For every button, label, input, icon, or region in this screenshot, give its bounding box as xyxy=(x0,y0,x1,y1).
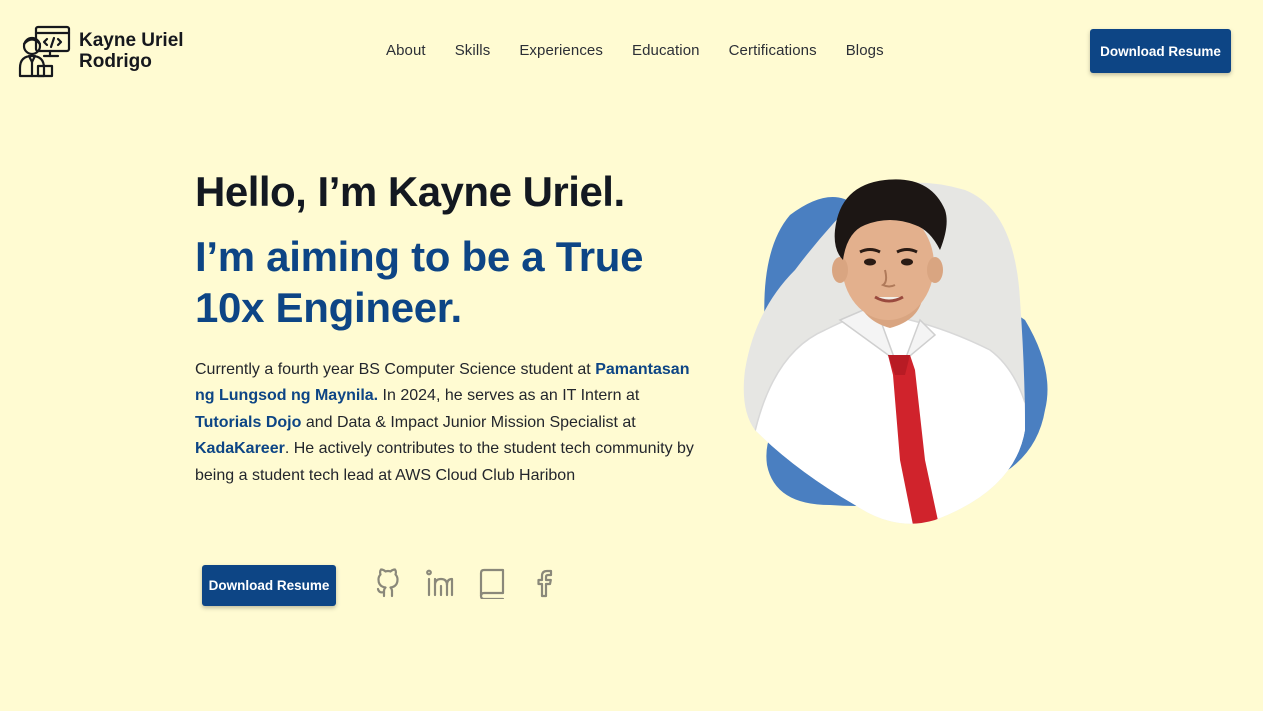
desc-text-2: In 2024, he serves as an IT Intern at xyxy=(378,387,640,405)
desc-text-3: and Data & Impact Junior Mission Special… xyxy=(301,413,636,431)
site-header: Kayne Uriel Rodrigo About Skills Experie… xyxy=(0,0,1263,100)
brand-name: Kayne Uriel Rodrigo xyxy=(79,30,184,72)
kadakareer-link[interactable]: KadaKareer xyxy=(195,440,285,457)
nav-experiences[interactable]: Experiences xyxy=(519,42,603,59)
download-resume-hero-button[interactable]: Download Resume xyxy=(202,565,336,606)
tutorials-dojo-link[interactable]: Tutorials Dojo xyxy=(195,414,301,431)
github-icon xyxy=(376,568,399,598)
nav-about[interactable]: About xyxy=(386,42,426,59)
profile-portrait xyxy=(743,179,1048,524)
social-links xyxy=(372,566,560,600)
linkedin-icon xyxy=(426,569,454,597)
nav-blogs[interactable]: Blogs xyxy=(846,42,884,59)
facebook-link[interactable] xyxy=(528,566,560,600)
nav-education[interactable]: Education xyxy=(632,42,700,59)
nav-certifications[interactable]: Certifications xyxy=(729,42,817,59)
developer-avatar-icon xyxy=(18,25,71,78)
github-link[interactable] xyxy=(372,566,404,600)
download-resume-header-button[interactable]: Download Resume xyxy=(1090,29,1231,73)
linkedin-link[interactable] xyxy=(424,566,456,600)
blog-link[interactable] xyxy=(476,566,508,600)
hero-aim: I’m aiming to be a True 10x Engineer. xyxy=(195,233,644,331)
hero-description: Currently a fourth year BS Computer Scie… xyxy=(195,357,695,489)
desc-text-1: Currently a fourth year BS Computer Scie… xyxy=(195,361,596,378)
book-icon xyxy=(479,568,505,599)
main-nav: About Skills Experiences Education Certi… xyxy=(386,42,913,59)
hero-greeting: Hello, I’m Kayne Uriel. xyxy=(195,168,625,215)
nav-skills[interactable]: Skills xyxy=(455,42,491,59)
facebook-icon xyxy=(537,569,553,598)
brand[interactable]: Kayne Uriel Rodrigo xyxy=(18,24,189,78)
